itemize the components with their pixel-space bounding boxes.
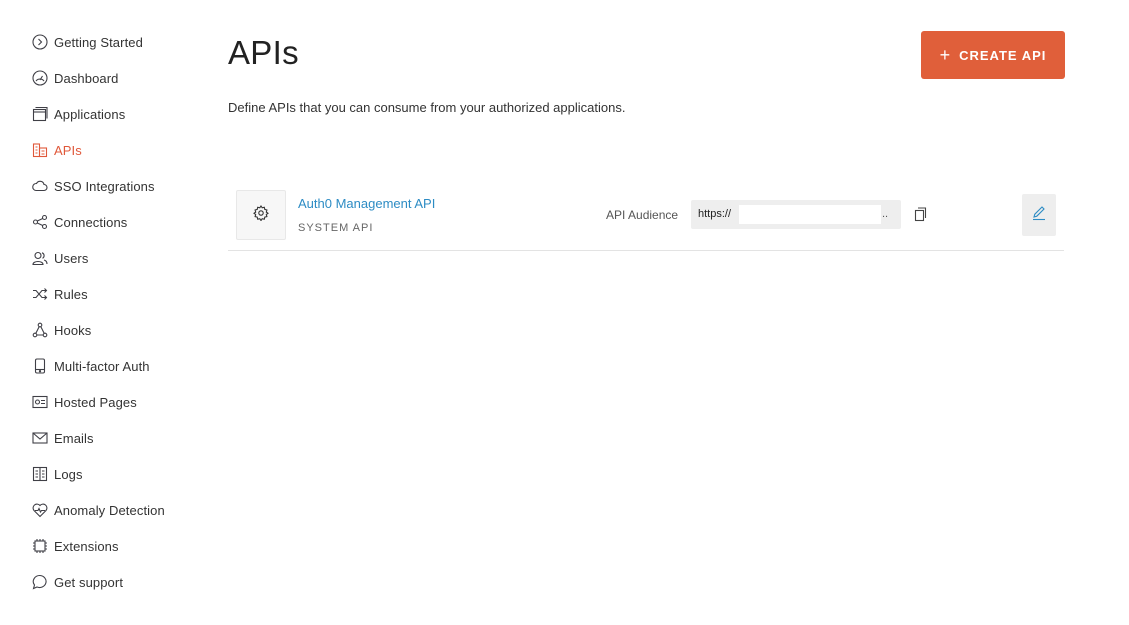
- sidebar-item-sso-integrations[interactable]: SSO Integrations: [32, 168, 202, 204]
- sidebar-item-dashboard[interactable]: Dashboard: [32, 60, 202, 96]
- sidebar-item-logs[interactable]: Logs: [32, 456, 202, 492]
- sidebar-item-label: Users: [54, 250, 89, 266]
- create-api-label: CREATE API: [959, 47, 1047, 63]
- sidebar-item-label: Multi-factor Auth: [54, 358, 150, 374]
- sidebar-item-label: Getting Started: [54, 34, 143, 50]
- sidebar-item-extensions[interactable]: Extensions: [32, 528, 202, 564]
- sidebar-item-getting-started[interactable]: Getting Started: [32, 24, 202, 60]
- gauge-icon: [32, 70, 48, 86]
- gear-icon: [253, 204, 269, 226]
- sidebar-item-connections[interactable]: Connections: [32, 204, 202, 240]
- pencil-icon: [1031, 205, 1047, 226]
- sidebar-item-label: Get support: [54, 574, 124, 590]
- sidebar-item-label: Hosted Pages: [54, 394, 137, 410]
- api-list-item: Auth0 Management API SYSTEM API API Audi…: [228, 180, 1064, 251]
- share-nodes-icon: [32, 214, 48, 230]
- sidebar-item-hosted-pages[interactable]: Hosted Pages: [32, 384, 202, 420]
- sidebar-item-label: Dashboard: [54, 70, 119, 86]
- buildings-icon: [32, 142, 48, 158]
- sidebar: Getting Started Dashboard Applications A…: [32, 24, 202, 600]
- chip-icon: [32, 538, 48, 554]
- api-audience-value: https://: [698, 208, 732, 220]
- heart-pulse-icon: [32, 502, 48, 518]
- sidebar-item-label: Anomaly Detection: [54, 502, 165, 518]
- sidebar-item-label: Hooks: [54, 322, 92, 338]
- copy-icon[interactable]: [912, 206, 928, 222]
- log-book-icon: [32, 466, 48, 482]
- browser-page-icon: [32, 394, 48, 410]
- api-audience-label: API Audience: [606, 208, 679, 222]
- sidebar-item-label: Extensions: [54, 538, 119, 554]
- users-icon: [32, 250, 48, 266]
- page-title: APIs: [228, 34, 299, 71]
- sidebar-item-label: Applications: [54, 106, 126, 122]
- sidebar-item-multi-factor-auth[interactable]: Multi-factor Auth: [32, 348, 202, 384]
- api-audience-field[interactable]: https:// ..: [691, 200, 901, 229]
- hook-nodes-icon: [32, 322, 48, 338]
- play-circle-icon: [32, 34, 48, 50]
- edit-api-button[interactable]: [1022, 194, 1056, 236]
- sidebar-item-users[interactable]: Users: [32, 240, 202, 276]
- sidebar-item-label: Rules: [54, 286, 88, 302]
- sidebar-item-anomaly-detection[interactable]: Anomaly Detection: [32, 492, 202, 528]
- sidebar-item-label: APIs: [54, 142, 82, 158]
- sidebar-item-label: Emails: [54, 430, 94, 446]
- create-api-button[interactable]: + CREATE API: [921, 31, 1065, 79]
- sidebar-item-label: SSO Integrations: [54, 178, 155, 194]
- sidebar-item-label: Logs: [54, 466, 83, 482]
- redacted-mask: [739, 205, 881, 224]
- sidebar-item-get-support[interactable]: Get support: [32, 564, 202, 600]
- page-subtitle: Define APIs that you can consume from yo…: [228, 100, 626, 115]
- shuffle-icon: [32, 286, 48, 302]
- chat-bubble-icon: [32, 574, 48, 590]
- windows-icon: [32, 106, 48, 122]
- phone-icon: [32, 358, 48, 374]
- cloud-icon: [32, 178, 48, 194]
- api-audience-ellipsis: ..: [882, 208, 889, 220]
- sidebar-item-apis[interactable]: APIs: [32, 132, 202, 168]
- sidebar-item-applications[interactable]: Applications: [32, 96, 202, 132]
- api-icon-box: [236, 190, 286, 240]
- plus-icon: +: [939, 45, 952, 65]
- envelope-icon: [32, 430, 48, 446]
- sidebar-item-label: Connections: [54, 214, 128, 230]
- page: Getting Started Dashboard Applications A…: [0, 0, 1129, 625]
- sidebar-item-rules[interactable]: Rules: [32, 276, 202, 312]
- sidebar-item-emails[interactable]: Emails: [32, 420, 202, 456]
- sidebar-item-hooks[interactable]: Hooks: [32, 312, 202, 348]
- api-type-label: SYSTEM API: [298, 222, 374, 234]
- api-name-link[interactable]: Auth0 Management API: [298, 196, 435, 211]
